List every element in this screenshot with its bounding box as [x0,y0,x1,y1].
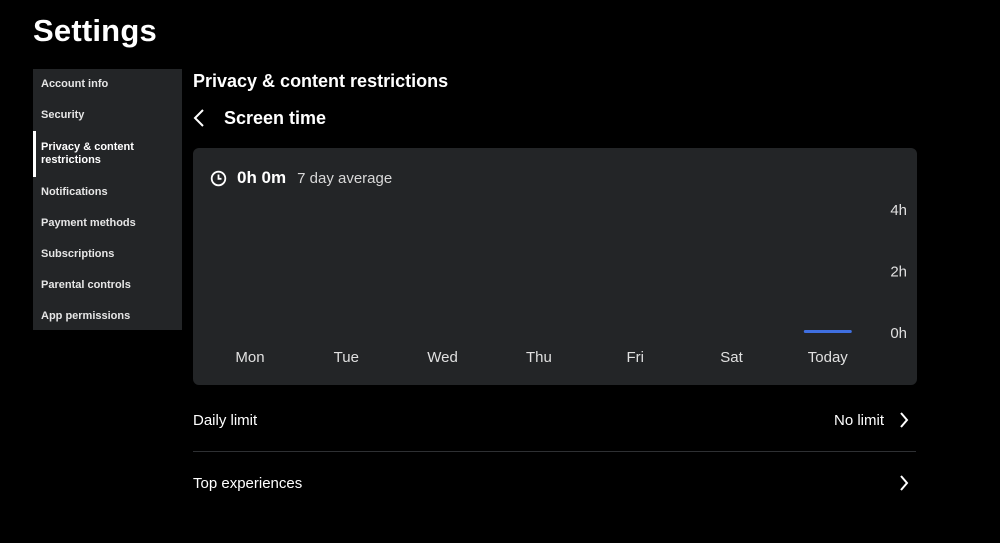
back-button[interactable] [193,106,211,130]
daily-limit-row[interactable]: Daily limit No limit [193,390,916,450]
average-label: 7 day average [297,169,393,187]
daily-limit-value: No limit [833,411,884,429]
x-category-label: Mon [235,349,264,366]
sidebar-item-label: Subscriptions [41,248,115,260]
top-experiences-row[interactable]: Top experiences [193,453,916,513]
subpage-header: Screen time [193,106,326,130]
sidebar-item-label: Notifications [41,186,108,198]
top-experiences-label: Top experiences [193,474,303,492]
daily-limit-right: No limit [834,412,916,429]
x-category-label: Wed [427,349,458,366]
sidebar-item-subscriptions[interactable]: Subscriptions [33,239,182,270]
x-category-label: Thu [526,349,552,366]
sidebar-item-label: Security [41,109,85,121]
average-summary: 0h 0m 7 day average [210,168,392,188]
sidebar-item-label: Payment methods [41,217,136,229]
settings-sidebar: Account info Security Privacy & content … [33,69,182,330]
clock-icon [210,170,227,186]
sidebar-item-account-info[interactable]: Account info [33,69,182,100]
chevron-right-icon [898,475,910,491]
settings-page: Settings Account info Security Privacy &… [0,0,1000,543]
y-tick-label: 4h [890,202,907,219]
active-indicator [33,131,36,177]
sidebar-item-label: App permissions [41,310,131,322]
page-title: Settings [33,13,157,48]
sidebar-item-label: Account info [41,78,109,90]
sidebar-item-parental-controls[interactable]: Parental controls [33,270,182,301]
y-tick-label: 2h [890,264,907,281]
x-category-label: Tue [334,349,359,366]
x-category-label: Fri [626,349,644,366]
chevron-left-icon [193,109,204,127]
sidebar-item-privacy[interactable]: Privacy & content restrictions [33,131,182,177]
sidebar-item-payment-methods[interactable]: Payment methods [33,208,182,239]
subpage-title: Screen time [224,107,327,128]
y-tick-label: 0h [890,325,907,342]
daily-limit-label: Daily limit [193,411,258,429]
sidebar-item-security[interactable]: Security [33,100,182,131]
sidebar-item-label: Parental controls [41,279,131,291]
x-category-label: Today [808,349,849,366]
chevron-right-icon [898,412,910,428]
sidebar-item-label: Privacy & content restrictions [41,141,134,166]
screen-time-chart-card: 0h 2h 4h Mon Tue Wed Thu Fri Sat Today 0h 0m 7 da… [193,148,917,385]
row-divider [193,451,916,452]
sidebar-item-app-permissions[interactable]: App permissions [33,301,182,332]
average-value: 0h 0m [237,168,287,187]
top-experiences-right [898,475,916,491]
sidebar-item-notifications[interactable]: Notifications [33,177,182,208]
section-title: Privacy & content restrictions [193,71,449,91]
x-category-label: Sat [720,349,743,366]
chart-bar [803,330,852,333]
